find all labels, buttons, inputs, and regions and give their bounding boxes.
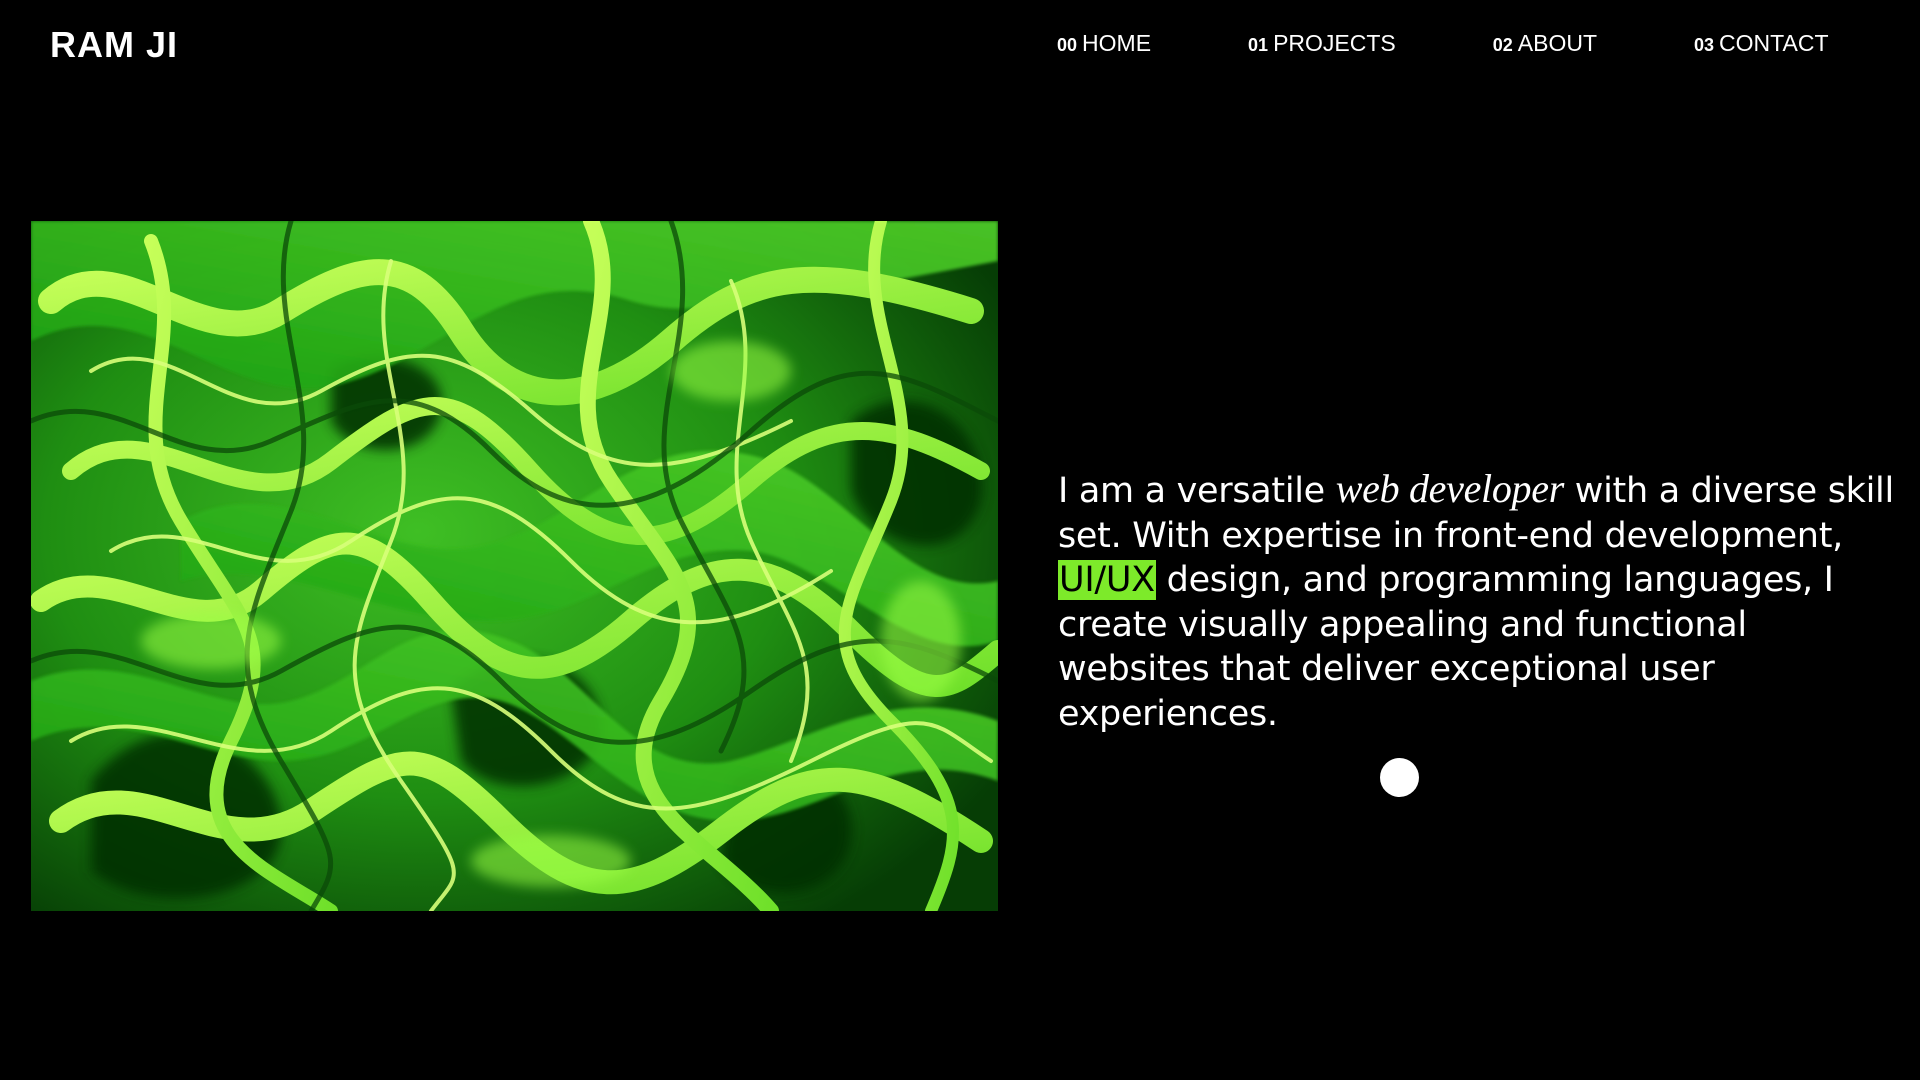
intro-highlight-uiux: UI/UX (1058, 560, 1156, 600)
nav-number: 01 (1248, 35, 1269, 55)
nav-label: CONTACT (1719, 30, 1829, 56)
nav-item-contact[interactable]: 03 CONTACT (1694, 30, 1828, 57)
nav-item-projects[interactable]: 01 PROJECTS (1248, 30, 1396, 57)
intro-emphasis-web-developer: web developer (1335, 466, 1565, 511)
nav-number: 02 (1492, 35, 1513, 55)
nav-label: HOME (1082, 30, 1152, 56)
abstract-green-swirl-image (31, 221, 998, 911)
page: RAM JI 00 HOME 01 PROJECTS 02 ABOUT 03 C… (0, 0, 1920, 1080)
nav-label: PROJECTS (1273, 30, 1396, 56)
main-nav: 00 HOME 01 PROJECTS 02 ABOUT 03 CONTACT (1057, 30, 1829, 57)
nav-number: 00 (1057, 35, 1078, 55)
cursor-follower-dot (1380, 758, 1419, 797)
intro-text-part1: I am a versatile (1058, 471, 1336, 511)
intro-text-part3: design, and programming languages, I cre… (1058, 560, 1834, 734)
nav-label: ABOUT (1517, 30, 1598, 56)
site-logo[interactable]: RAM JI (50, 24, 178, 66)
nav-number: 03 (1694, 35, 1715, 55)
nav-item-about[interactable]: 02 ABOUT (1493, 30, 1597, 57)
nav-item-home[interactable]: 00 HOME (1057, 30, 1151, 57)
intro-paragraph: I am a versatile web developer with a di… (1058, 466, 1898, 736)
